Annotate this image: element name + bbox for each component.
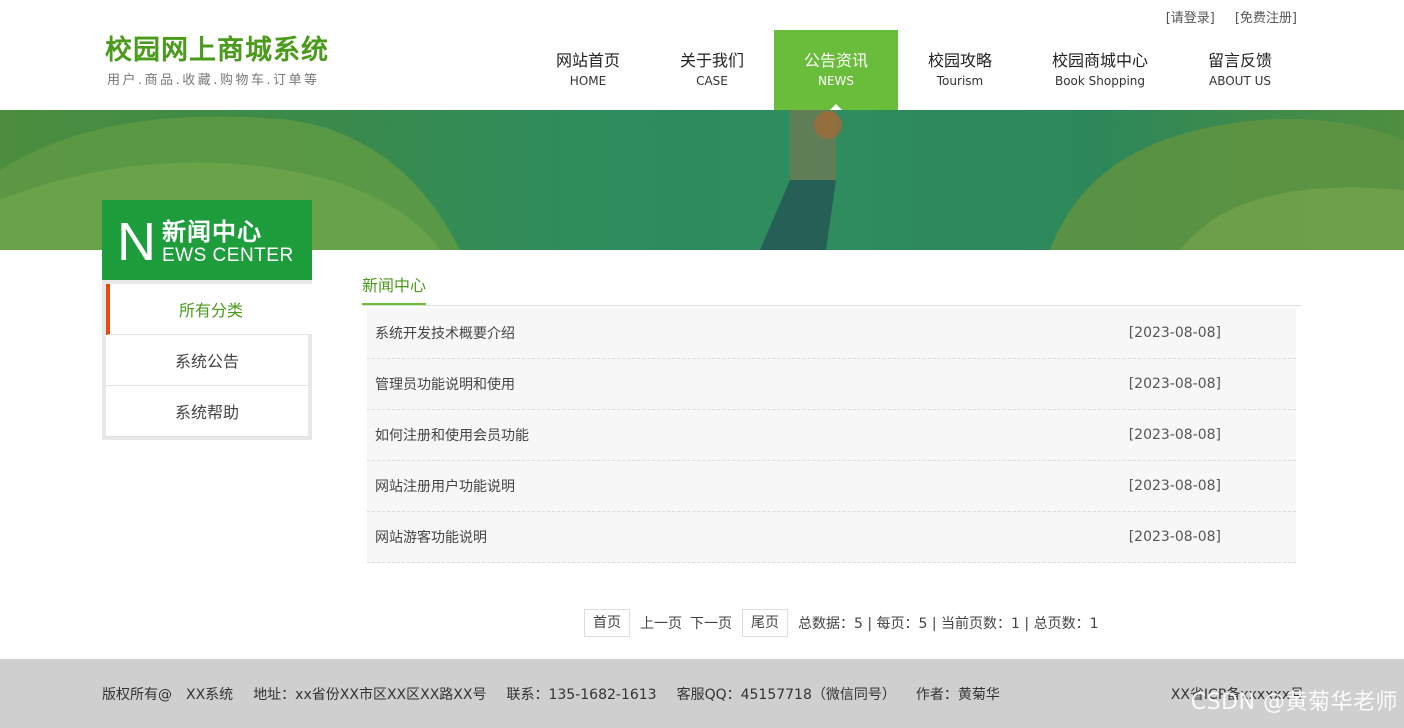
nav-sublabel: Tourism xyxy=(936,74,984,88)
first-page-button[interactable]: 首页 xyxy=(584,609,630,637)
nav-home[interactable]: 网站首页 HOME xyxy=(526,30,650,110)
category-announcements[interactable]: 系统公告 xyxy=(106,335,308,386)
news-title[interactable]: 系统开发技术概要介绍 xyxy=(375,323,515,343)
news-item[interactable]: 网站游客功能说明 [2023-08-08] xyxy=(367,512,1296,563)
prev-page-link[interactable]: 上一页 xyxy=(636,613,686,633)
nav-label: 留言反馈 xyxy=(1207,51,1272,70)
last-page-button[interactable]: 尾页 xyxy=(742,609,788,637)
news-item[interactable]: 系统开发技术概要介绍 [2023-08-08] xyxy=(367,308,1296,359)
section-title: 新闻中心 xyxy=(362,273,1302,306)
nav-sublabel: NEWS xyxy=(817,74,855,88)
footer-copyright: 版权所有@ XX系统 xyxy=(102,687,234,703)
category-menu: 所有分类 系统公告 系统帮助 xyxy=(102,280,312,440)
nav-about[interactable]: 留言反馈 ABOUT US xyxy=(1178,30,1302,110)
news-item[interactable]: 网站注册用户功能说明 [2023-08-08] xyxy=(367,461,1296,512)
pagination-summary: 总数据：5 | 每页：5 | 当前页数：1 | 总页数：1 xyxy=(798,616,1099,632)
nav-sublabel: Book Shopping xyxy=(1054,74,1146,88)
nav-shopping[interactable]: 校园商城中心 Book Shopping xyxy=(1022,30,1178,110)
nav-tourism[interactable]: 校园攻略 Tourism xyxy=(898,30,1022,110)
site-title: 校园网上商城系统 xyxy=(105,35,329,66)
nav-case[interactable]: 关于我们 CASE xyxy=(650,30,774,110)
site-logo[interactable]: 校园网上商城系统 用户.商品.收藏.购物车.订单等 xyxy=(105,34,329,88)
news-title[interactable]: 管理员功能说明和使用 xyxy=(375,374,515,394)
news-center-header: N 新闻中心 EWS CENTER xyxy=(102,200,312,280)
footer-author: 作者：黄菊华 xyxy=(915,687,1000,703)
site-subtitle: 用户.商品.收藏.购物车.订单等 xyxy=(107,73,320,88)
site-footer: 版权所有@ XX系统 地址：xx省份XX市区XX区XX路XX号 联系：135-1… xyxy=(0,659,1404,728)
news-title[interactable]: 网站注册用户功能说明 xyxy=(375,476,515,496)
pagination: 首页 上一页 下一页 尾页 总数据：5 | 每页：5 | 当前页数：1 | 总页… xyxy=(584,609,1102,637)
header-initial: N xyxy=(117,212,156,272)
news-date: [2023-08-08] xyxy=(1128,427,1221,443)
nav-label: 校园商城中心 xyxy=(1051,51,1148,70)
nav-label: 网站首页 xyxy=(555,51,620,70)
nav-label: 关于我们 xyxy=(679,51,744,70)
news-title[interactable]: 网站游客功能说明 xyxy=(375,527,487,547)
news-date: [2023-08-08] xyxy=(1128,376,1221,392)
watermark-text: CSDN @黄菊华老师 xyxy=(1190,690,1398,715)
nav-sublabel: ABOUT US xyxy=(1208,74,1271,88)
main-nav: 网站首页 HOME 关于我们 CASE 公告资讯 NEWS 校园攻略 Touri… xyxy=(526,30,1302,110)
register-link[interactable]: [免费注册] xyxy=(1235,7,1297,26)
top-links: [请登录] [免费注册] xyxy=(1166,7,1297,26)
next-page-link[interactable]: 下一页 xyxy=(686,613,736,633)
footer-phone: 联系：135-1682-1613 xyxy=(506,687,657,703)
section-title-text: 新闻中心 xyxy=(362,273,427,305)
nav-sublabel: HOME xyxy=(569,74,607,88)
news-date: [2023-08-08] xyxy=(1128,478,1221,494)
news-list: 系统开发技术概要介绍 [2023-08-08] 管理员功能说明和使用 [2023… xyxy=(367,308,1296,563)
nav-label: 公告资讯 xyxy=(803,51,868,70)
nav-sublabel: CASE xyxy=(696,74,728,88)
news-item[interactable]: 管理员功能说明和使用 [2023-08-08] xyxy=(367,359,1296,410)
footer-qq: 客服QQ：45157718（微信同号） xyxy=(676,687,896,703)
news-item[interactable]: 如何注册和使用会员功能 [2023-08-08] xyxy=(367,410,1296,461)
header-en: EWS CENTER xyxy=(162,245,294,266)
header-cn: 新闻中心 xyxy=(162,218,262,246)
nav-news[interactable]: 公告资讯 NEWS xyxy=(774,30,898,110)
news-date: [2023-08-08] xyxy=(1128,325,1221,341)
news-title[interactable]: 如何注册和使用会员功能 xyxy=(375,425,529,445)
news-date: [2023-08-08] xyxy=(1128,529,1221,545)
nav-label: 校园攻略 xyxy=(927,51,992,70)
footer-address: 地址：xx省份XX市区XX区XX路XX号 xyxy=(253,687,487,703)
category-help[interactable]: 系统帮助 xyxy=(106,386,308,437)
login-link[interactable]: [请登录] xyxy=(1166,7,1215,26)
footer-info: 版权所有@ XX系统 地址：xx省份XX市区XX区XX路XX号 联系：135-1… xyxy=(102,684,1020,704)
category-all[interactable]: 所有分类 xyxy=(106,284,312,335)
